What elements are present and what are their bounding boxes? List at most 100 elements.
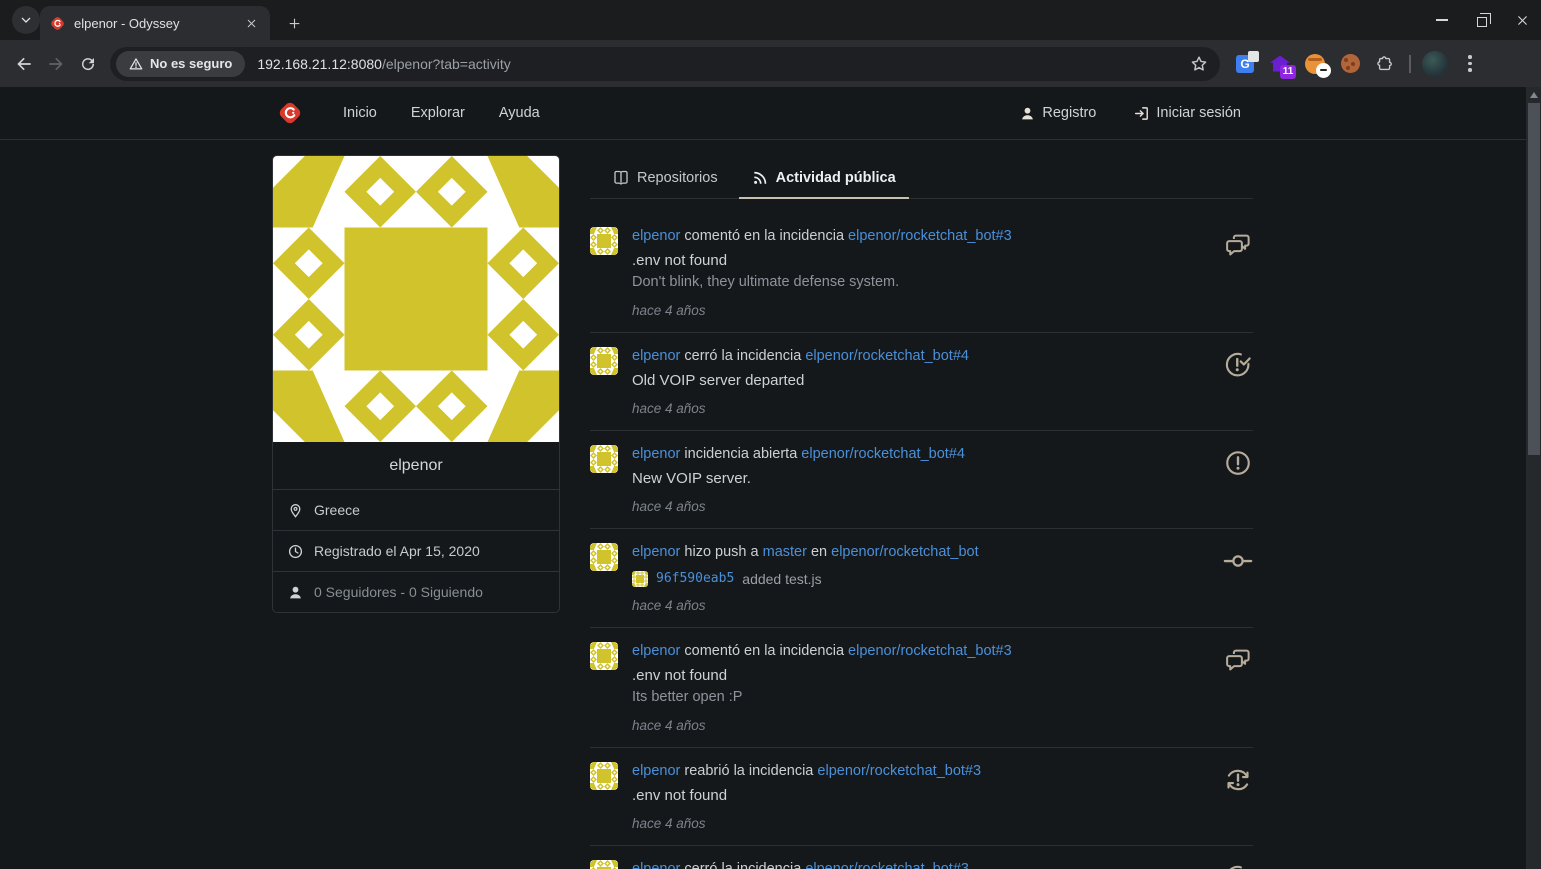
git-commit-icon xyxy=(1223,546,1253,576)
extensions-puzzle-icon[interactable] xyxy=(1372,51,1398,77)
new-tab-button[interactable] xyxy=(282,11,306,35)
comment-discussion-icon xyxy=(1223,645,1253,675)
issue-link[interactable]: elpenor/rocketchat_bot#3 xyxy=(805,861,969,869)
avatar[interactable] xyxy=(590,347,618,375)
timestamp: hace 4 años xyxy=(632,816,706,831)
activity-item-push: elpenor hizo push a master en elpenor/ro… xyxy=(590,529,1253,628)
activity-item-issue-opened: elpenor incidencia abierta elpenor/rocke… xyxy=(590,431,1253,529)
scroll-up-arrow-icon[interactable] xyxy=(1529,92,1538,98)
nav-iniciar-sesion[interactable]: Iniciar sesión xyxy=(1134,105,1241,121)
favicon-gitea-icon xyxy=(50,16,65,31)
activity-item-comment: elpenor comentó en la incidencia elpenor… xyxy=(590,213,1253,333)
avatar[interactable] xyxy=(590,445,618,473)
tab-close-icon[interactable] xyxy=(242,14,260,32)
timestamp: hace 4 años xyxy=(632,499,706,514)
activity-feed: elpenor comentó en la incidencia elpenor… xyxy=(590,213,1253,869)
avatar[interactable] xyxy=(590,642,618,670)
close-window-button[interactable] xyxy=(1509,7,1535,33)
commit-hash-link[interactable]: 96f590eab5 xyxy=(656,571,734,586)
purple-extension-icon[interactable]: 11 xyxy=(1267,51,1296,79)
user-link[interactable]: elpenor xyxy=(632,643,680,659)
commit-row: 96f590eab5 added test.js xyxy=(632,569,1209,588)
minimize-button[interactable] xyxy=(1429,7,1455,33)
warning-icon xyxy=(129,57,143,71)
issue-link[interactable]: elpenor/rocketchat_bot#3 xyxy=(848,228,1012,244)
extension-badge: 11 xyxy=(1280,64,1296,79)
profile-tabs: Repositorios Actividad pública xyxy=(590,158,1253,199)
repo-link[interactable]: elpenor/rocketchat_bot xyxy=(831,544,979,560)
user-link[interactable]: elpenor xyxy=(632,348,680,364)
sign-in-icon xyxy=(1134,106,1149,121)
scrollbar-thumb[interactable] xyxy=(1527,103,1540,455)
avatar[interactable] xyxy=(590,762,618,790)
user-link[interactable]: elpenor xyxy=(632,544,680,560)
activity-item-issue-closed: elpenor cerró la incidencia elpenor/rock… xyxy=(590,333,1253,431)
browser-profile-avatar[interactable] xyxy=(1422,50,1448,77)
tab-title: elpenor - Odyssey xyxy=(74,15,180,31)
avatar[interactable] xyxy=(590,860,618,869)
person-icon xyxy=(1020,106,1035,121)
profile-follow-row[interactable]: 0 Seguidores - 0 Siguiendo xyxy=(273,571,559,612)
browser-window: elpenor - Odyssey No es seguro 192.168.2… xyxy=(0,0,1541,869)
issue-link[interactable]: elpenor/rocketchat_bot#3 xyxy=(848,643,1012,659)
issue-link[interactable]: elpenor/rocketchat_bot#4 xyxy=(801,446,965,462)
user-link[interactable]: elpenor xyxy=(632,446,680,462)
profile-registered-row: Registrado el Apr 15, 2020 xyxy=(273,530,559,571)
timestamp: hace 4 años xyxy=(632,598,706,613)
url-host: 192.168.21.12:8080 xyxy=(257,55,382,72)
nav-inicio[interactable]: Inicio xyxy=(326,105,394,121)
issue-link[interactable]: elpenor/rocketchat_bot#4 xyxy=(805,348,969,364)
address-bar[interactable]: No es seguro 192.168.21.12:8080/elpenor?… xyxy=(110,46,1220,81)
issue-title: Old VOIP server departed xyxy=(632,372,805,389)
site-navbar: Inicio Explorar Ayuda Registro Iniciar s… xyxy=(0,87,1541,140)
user-link[interactable]: elpenor xyxy=(632,763,680,779)
cookie-extension-icon[interactable] xyxy=(1337,51,1363,77)
clock-icon xyxy=(288,544,303,559)
issue-title: New VOIP server. xyxy=(632,470,751,487)
tab-actividad-publica[interactable]: Actividad pública xyxy=(738,158,909,199)
browser-tab[interactable]: elpenor - Odyssey xyxy=(40,6,270,40)
issue-title: .env not found xyxy=(632,667,728,684)
forward-button[interactable] xyxy=(40,48,72,80)
tab-search-button[interactable] xyxy=(12,6,40,34)
page-scrollbar[interactable] xyxy=(1526,87,1541,869)
nav-ayuda[interactable]: Ayuda xyxy=(482,105,557,121)
url-path: /elpenor?tab=activity xyxy=(381,55,511,72)
issue-title: .env not found xyxy=(632,252,728,269)
timestamp: hace 4 años xyxy=(632,718,706,733)
activity-item-issue-closed: elpenor cerró la incidencia elpenor/rock… xyxy=(590,846,1253,869)
issue-closed-icon xyxy=(1223,350,1253,380)
browser-menu-kebab-icon[interactable] xyxy=(1457,51,1483,77)
issue-closed-icon xyxy=(1223,863,1253,869)
comment-text: Don't blink, they ultimate defense syste… xyxy=(632,274,900,290)
security-chip[interactable]: No es seguro xyxy=(116,50,246,77)
nav-explorar[interactable]: Explorar xyxy=(394,105,482,121)
branch-link[interactable]: master xyxy=(763,544,807,560)
translate-extension-icon[interactable]: G xyxy=(1232,50,1259,77)
comment-text: Its better open :P xyxy=(632,689,743,705)
repo-book-icon xyxy=(613,170,629,186)
blocker-extension-icon[interactable] xyxy=(1302,51,1331,78)
restore-button[interactable] xyxy=(1469,7,1495,33)
security-label: No es seguro xyxy=(150,56,233,71)
url-text: 192.168.21.12:8080/elpenor?tab=activity xyxy=(257,56,510,72)
reload-button[interactable] xyxy=(72,48,104,80)
issue-title: .env not found xyxy=(632,787,728,804)
issue-link[interactable]: elpenor/rocketchat_bot#3 xyxy=(817,763,981,779)
activity-item-comment: elpenor comentó en la incidencia elpenor… xyxy=(590,628,1253,748)
tab-strip: elpenor - Odyssey xyxy=(0,0,1541,40)
user-link[interactable]: elpenor xyxy=(632,861,680,869)
user-link[interactable]: elpenor xyxy=(632,228,680,244)
location-pin-icon xyxy=(288,503,303,518)
bookmark-star-icon[interactable] xyxy=(1188,53,1210,75)
extension-row: G 11 xyxy=(1232,50,1483,79)
gitea-logo-icon[interactable] xyxy=(278,101,302,125)
tab-repositorios[interactable]: Repositorios xyxy=(600,158,731,198)
back-button[interactable] xyxy=(8,48,40,80)
avatar[interactable] xyxy=(590,543,618,571)
issue-reopened-icon xyxy=(1223,765,1253,795)
profile-avatar[interactable] xyxy=(273,156,559,442)
nav-registro[interactable]: Registro xyxy=(1020,105,1096,121)
commit-avatar xyxy=(632,571,648,587)
avatar[interactable] xyxy=(590,227,618,255)
